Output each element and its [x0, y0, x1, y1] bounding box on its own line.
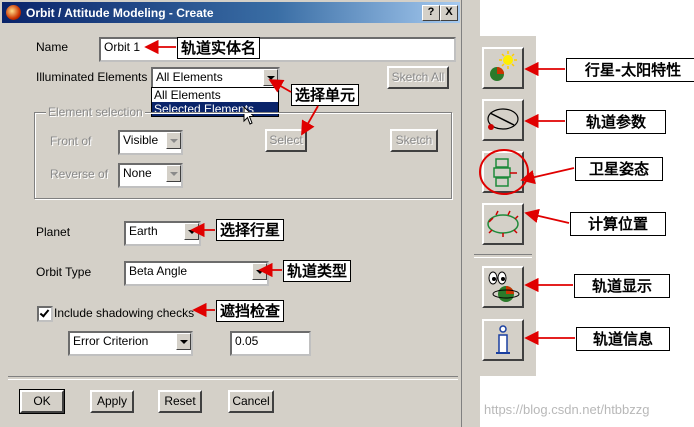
watermark: https://blog.csdn.net/htbbzzg [484, 402, 650, 417]
annotation-arrows [144, 39, 575, 346]
